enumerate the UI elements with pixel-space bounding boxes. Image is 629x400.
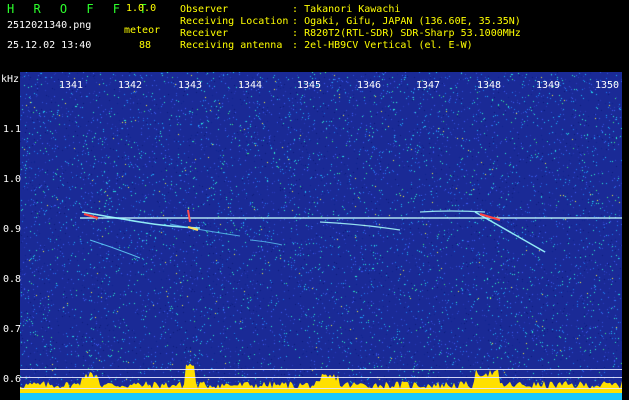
- x-tick-label: 1348: [477, 80, 502, 91]
- reference-line: [20, 377, 622, 378]
- location-label: Receiving Location: [180, 16, 289, 27]
- x-tick-label: 1343: [178, 80, 203, 91]
- location-row: Receiving Location: Ogaki, Gifu, JAPAN (…: [180, 16, 521, 28]
- info-separator: :: [292, 4, 299, 15]
- x-tick-label: 1349: [536, 80, 561, 91]
- station-info: Observer: Takanori Kawachi Receiving Loc…: [180, 4, 521, 52]
- reference-line: [20, 369, 622, 370]
- y-tick-label: 1.1: [3, 124, 22, 135]
- x-tick-label: 1350: [595, 80, 620, 91]
- y-tick-label: 0.8: [3, 274, 22, 285]
- meteor-echo: [81, 211, 201, 229]
- y-tick-label: 1.0: [3, 174, 22, 185]
- x-tick-label: 1346: [357, 80, 382, 91]
- y-tick-label: 0.6: [3, 374, 22, 385]
- antenna-row: Receiving antenna: 2el-HB9CV Vertical (e…: [180, 40, 521, 52]
- image-filename: 2512021340.png: [7, 20, 92, 31]
- receiver-label: Receiver: [180, 28, 229, 39]
- location-value: Ogaki, Gifu, JAPAN (136.60E, 35.35N): [304, 16, 521, 27]
- info-separator: :: [292, 40, 299, 51]
- spectrum-baseline: [20, 393, 622, 400]
- observer-row: Observer: Takanori Kawachi: [180, 4, 521, 16]
- spectrogram-overlay: [20, 209, 622, 400]
- x-tick-label: 1341: [59, 80, 84, 91]
- meteor-echo: [249, 239, 283, 246]
- x-tick-label: 1347: [416, 80, 441, 91]
- right-border: [622, 72, 629, 400]
- observer-label: Observer: [180, 4, 229, 15]
- meteor-echo: [169, 223, 241, 237]
- info-separator: :: [292, 28, 299, 39]
- reference-line: [20, 388, 622, 389]
- x-tick-label: 1344: [238, 80, 263, 91]
- app-version: 1.0.0: [126, 3, 157, 14]
- info-separator: :: [292, 16, 299, 27]
- detection-type-label: meteor: [124, 25, 161, 36]
- y-tick-label: 0.9: [3, 224, 22, 235]
- antenna-label: Receiving antenna: [180, 40, 283, 51]
- meteor-echo: [89, 239, 141, 259]
- meteor-count: 88: [139, 40, 152, 51]
- header-panel: H R O F F T 1.0.0 2512021340.png meteor …: [0, 0, 629, 72]
- y-tick-label: 0.7: [3, 324, 22, 335]
- meteor-echo: [187, 209, 191, 223]
- spectrogram: [20, 72, 622, 400]
- x-tick-label: 1342: [118, 80, 143, 91]
- y-axis-panel: [0, 72, 20, 400]
- receiver-row: Receiver: R820T2(RTL-SDR) SDR-Sharp 53.1…: [180, 28, 521, 40]
- x-tick-label: 1345: [297, 80, 322, 91]
- meteor-echo: [319, 221, 401, 231]
- antenna-value: 2el-HB9CV Vertical (el. E-W): [304, 40, 473, 51]
- y-axis-unit: kHz: [1, 74, 20, 85]
- observer-value: Takanori Kawachi: [304, 4, 401, 15]
- receiver-value: R820T2(RTL-SDR) SDR-Sharp 53.1000MHz: [304, 28, 521, 39]
- capture-timestamp: 25.12.02 13:40: [7, 40, 92, 51]
